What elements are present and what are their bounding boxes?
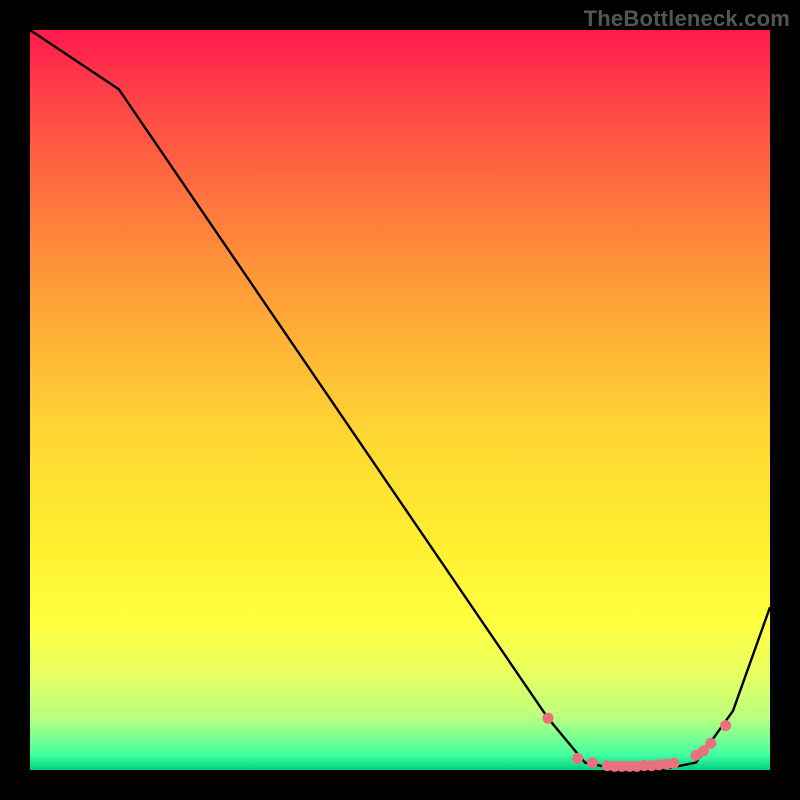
- marker-dot: [543, 713, 554, 724]
- marker-dot: [668, 758, 679, 769]
- marker-dot: [572, 753, 583, 764]
- highlight-markers: [543, 713, 732, 772]
- marker-dot: [587, 757, 598, 768]
- plot-area: [30, 30, 770, 770]
- watermark-text: TheBottleneck.com: [584, 6, 790, 32]
- chart-svg: [30, 30, 770, 770]
- marker-dot: [720, 720, 731, 731]
- bottleneck-line: [30, 30, 770, 770]
- chart-container: TheBottleneck.com: [0, 0, 800, 800]
- marker-dot: [705, 738, 716, 749]
